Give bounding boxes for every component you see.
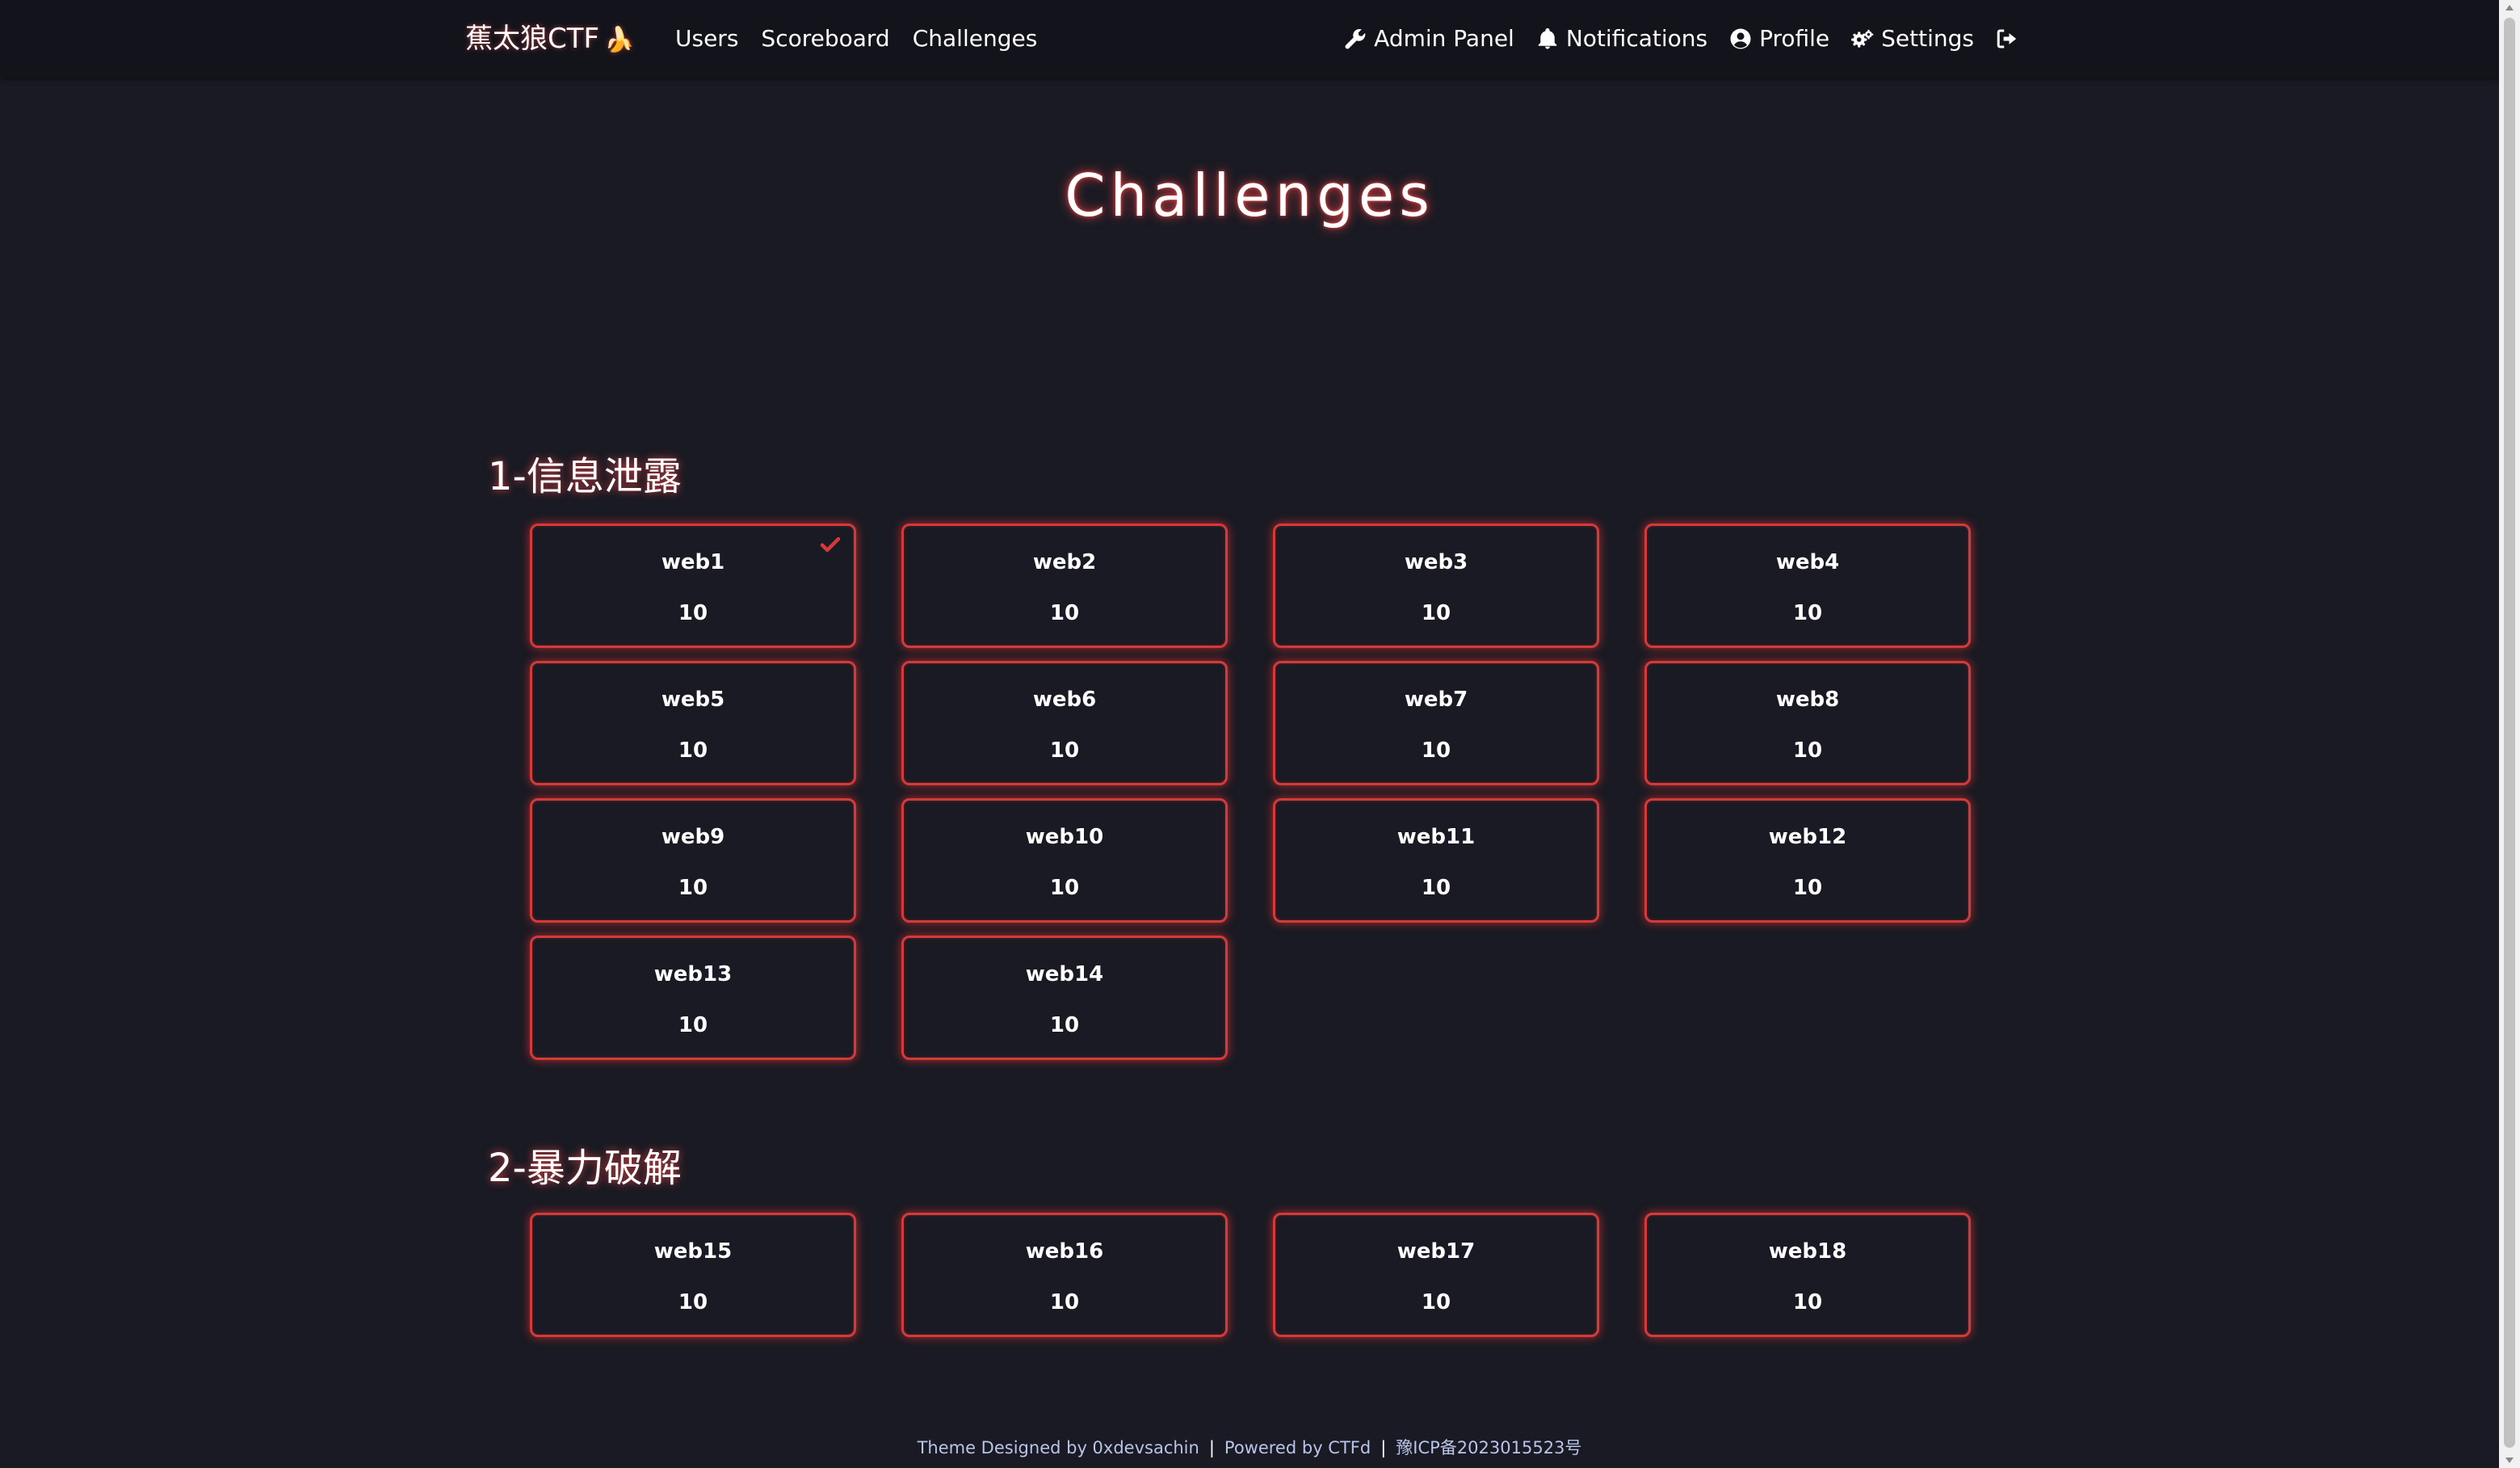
challenge-card[interactable]: web11 10 [1273,798,1599,923]
nav-left: Users Scoreboard Challenges [675,21,1037,57]
scrollbar-thumb[interactable] [2504,18,2515,1448]
challenge-points: 10 [678,738,708,763]
challenge-points: 10 [1421,738,1451,763]
challenge-points: 10 [1421,601,1451,625]
nav-profile-label: Profile [1759,25,1830,52]
challenge-points: 10 [678,1290,708,1314]
challenge-name: web7 [1404,688,1468,712]
challenge-card[interactable]: web18 10 [1644,1213,1971,1337]
challenge-card[interactable]: web4 10 [1644,524,1971,648]
footer-theme-credit[interactable]: Theme Designed by 0xdevsachin [918,1438,1199,1457]
page-title: Challenges [1065,162,1434,229]
challenge-points: 10 [1792,1290,1823,1314]
challenge-card[interactable]: web15 10 [530,1213,856,1337]
nav-notifications[interactable]: Notifications [1535,21,1707,57]
brand-name: 蕉太狼CTF [465,23,600,55]
footer-separator: | [1208,1438,1215,1457]
challenge-name: web5 [661,688,725,712]
challenge-card[interactable]: web9 10 [530,798,856,923]
challenge-name: web16 [1025,1239,1104,1264]
user-circle-icon [1730,28,1751,49]
challenge-points: 10 [1049,601,1080,625]
challenge-name: web13 [653,962,733,986]
challenge-card[interactable]: web1 10 [530,524,856,648]
gears-icon [1851,29,1874,48]
scroll-down-icon[interactable] [2505,1457,2514,1463]
challenge-card[interactable]: web5 10 [530,661,856,785]
logout-icon [1997,29,2017,48]
nav-admin-panel-label: Admin Panel [1374,25,1514,52]
challenge-card[interactable]: web8 10 [1644,661,1971,785]
nav-notifications-label: Notifications [1565,25,1708,52]
challenge-card[interactable]: web3 10 [1273,524,1599,648]
challenge-card[interactable]: web7 10 [1273,661,1599,785]
challenge-card[interactable]: web14 10 [901,936,1228,1060]
footer-powered-by[interactable]: Powered by CTFd [1224,1438,1371,1457]
challenge-points: 10 [1049,738,1080,763]
challenge-points: 10 [678,601,708,625]
challenge-name: web14 [1025,962,1104,986]
challenge-name: web17 [1396,1239,1476,1264]
nav-admin-panel[interactable]: Admin Panel [1343,21,1514,57]
challenge-grid-1: web1 10 web2 10 web3 10 web4 10 web5 10 web6 10 web7… [530,524,1980,1060]
challenge-card[interactable]: web16 10 [901,1213,1228,1337]
challenge-points: 10 [1792,601,1823,625]
challenge-name: web12 [1768,825,1847,849]
challenge-grid-2: web15 10 web16 10 web17 10 web18 10 [530,1213,1980,1337]
category-title-2: 2-暴力破解 [488,1146,682,1191]
challenge-name: web2 [1032,550,1097,574]
nav-scoreboard[interactable]: Scoreboard [761,21,889,57]
challenge-points: 10 [1421,876,1451,900]
footer-separator: | [1380,1438,1387,1457]
challenge-points: 10 [1049,1013,1080,1037]
top-navbar: 蕉太狼CTF 🍌 Users Scoreboard Challenges Admi… [0,0,2499,78]
challenge-points: 10 [1421,1290,1451,1314]
category-title-1: 1-信息泄露 [488,454,682,499]
challenge-card[interactable]: web12 10 [1644,798,1971,923]
footer: Theme Designed by 0xdevsachin | Powered by… [0,1435,2499,1459]
nav-profile[interactable]: Profile [1728,21,1829,57]
brand-logo[interactable]: 蕉太狼CTF 🍌 [465,19,634,60]
challenge-points: 10 [1792,876,1823,900]
scrollbar[interactable] [2499,0,2520,1468]
challenge-card[interactable]: web13 10 [530,936,856,1060]
bell-icon [1538,28,1557,49]
challenge-card[interactable]: web2 10 [901,524,1228,648]
challenge-name: web6 [1032,688,1097,712]
challenge-name: web11 [1396,825,1476,849]
challenge-name: web1 [661,550,725,574]
challenge-points: 10 [1792,738,1823,763]
challenge-card[interactable]: web10 10 [901,798,1228,923]
challenge-name: web9 [661,825,725,849]
challenge-name: web4 [1775,550,1840,574]
solved-check-icon [820,536,841,553]
challenge-points: 10 [1049,1290,1080,1314]
challenge-points: 10 [678,1013,708,1037]
challenge-points: 10 [678,876,708,900]
challenge-name: web18 [1768,1239,1847,1264]
challenge-name: web10 [1025,825,1104,849]
challenge-card[interactable]: web17 10 [1273,1213,1599,1337]
challenge-name: web3 [1404,550,1468,574]
wrench-icon [1345,28,1366,49]
challenge-points: 10 [1049,876,1080,900]
nav-settings[interactable]: Settings [1850,21,1974,57]
challenge-card[interactable]: web6 10 [901,661,1228,785]
challenge-name: web8 [1775,688,1840,712]
scroll-up-icon[interactable] [2505,5,2514,11]
challenge-name: web15 [653,1239,733,1264]
banana-icon: 🍌 [604,26,635,54]
nav-users[interactable]: Users [675,21,738,57]
nav-logout[interactable] [1995,27,2019,51]
nav-settings-label: Settings [1881,25,1974,52]
footer-icp[interactable]: 豫ICP备2023015523号 [1396,1438,1581,1457]
nav-challenges[interactable]: Challenges [913,21,1038,57]
nav-right: Admin Panel Notifications Profile Settin… [1343,21,2019,57]
